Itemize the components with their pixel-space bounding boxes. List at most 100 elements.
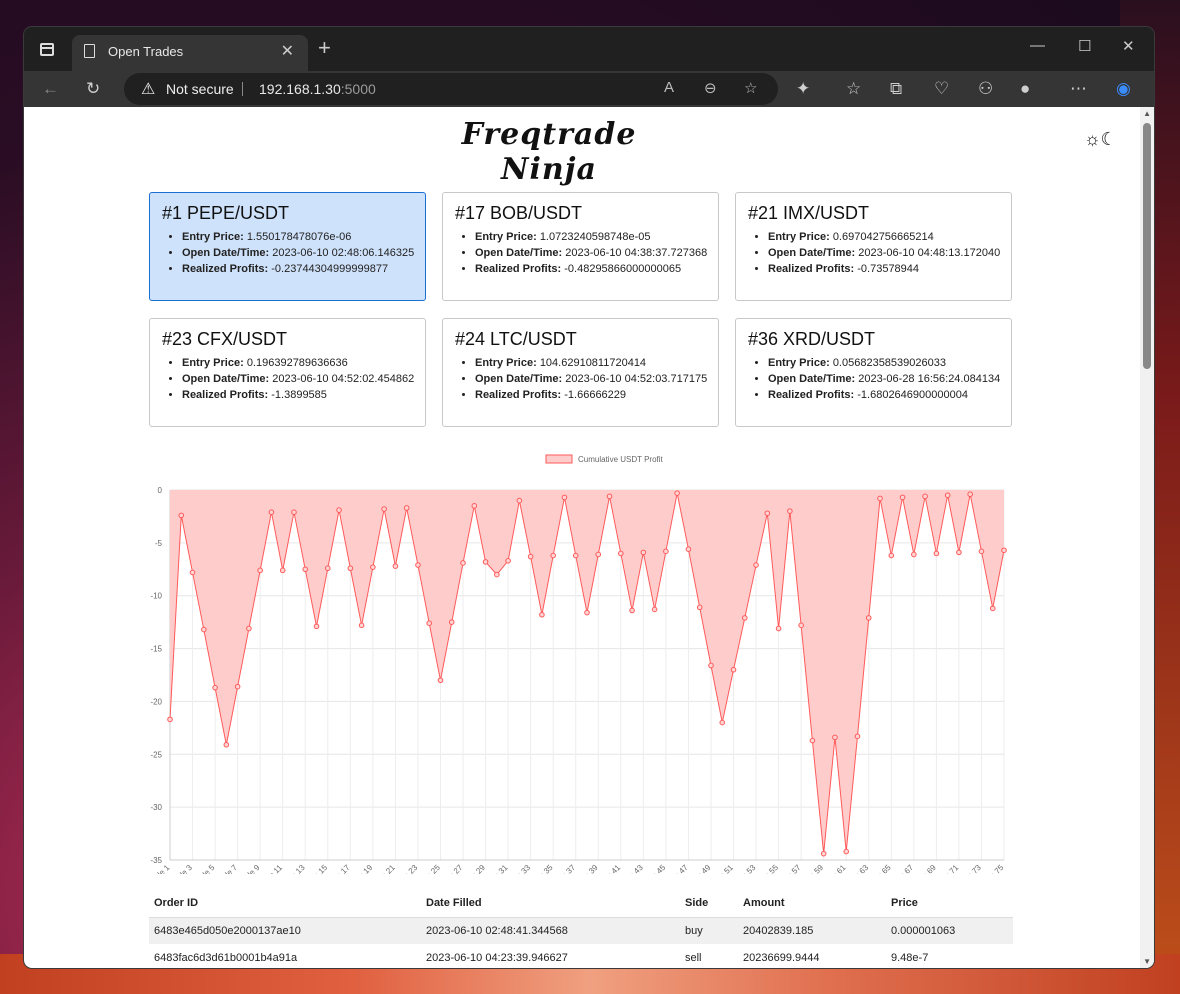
data-point (212, 684, 218, 691)
trade-card[interactable]: #21 IMX/USDT Entry Price: 0.697042756665… (735, 192, 1012, 301)
open-datetime-label: Open Date/Time: (182, 373, 270, 385)
address-bar[interactable]: ⚠ Not secure 192.168.1.30:5000 A ⊖ ☆ (124, 73, 778, 105)
data-point (246, 625, 252, 632)
realized-profits-value: -1.66666229 (564, 389, 627, 401)
data-point (482, 559, 489, 565)
page-viewport: Freqtrade Ninja ☼☾ #1 PEPE/USDT Entry Pr… (24, 107, 1154, 968)
entry-price-value: 1.0723240598748e-05 (539, 231, 651, 243)
read-aloud-icon[interactable]: A (664, 79, 674, 96)
security-label[interactable]: Not secure (166, 81, 234, 97)
new-tab-icon[interactable]: + (318, 35, 331, 61)
open-datetime-value: 2023-06-10 02:48:06.146325 (272, 247, 415, 259)
entry-price-label: Entry Price: (182, 357, 244, 369)
x-tick-label: Trade 7 (213, 863, 239, 874)
trade-card-title: #24 LTC/USDT (455, 329, 577, 349)
brand-logo: Freqtrade Ninja (461, 117, 637, 187)
data-point (584, 609, 590, 616)
data-point (381, 506, 387, 512)
trade-card[interactable]: #17 BOB/USDT Entry Price: 1.072324059874… (442, 192, 719, 301)
trade-details: Entry Price: 1.550178478076e-06 Open Dat… (162, 229, 415, 277)
data-point (279, 567, 286, 574)
workspaces-icon[interactable]: ⚇ (978, 79, 993, 99)
y-tick-label: -30 (150, 803, 162, 812)
browser-toolbar: ← ↻ ⚠ Not secure 192.168.1.30:5000 A ⊖ ☆… (24, 71, 1154, 107)
more-menu-icon[interactable]: ⋯ (1070, 79, 1087, 99)
trade-card[interactable]: #23 CFX/USDT Entry Price: 0.196392789636… (149, 318, 426, 427)
data-point (268, 509, 275, 515)
entry-price-item: Entry Price: 0.05682358539026033 (768, 355, 999, 371)
realized-profits-value: -1.3899585 (271, 389, 327, 401)
data-point (933, 550, 940, 557)
collections-icon[interactable]: ⧉ (890, 79, 902, 99)
address-separator (242, 82, 243, 96)
data-point (685, 546, 692, 552)
data-point (415, 562, 421, 568)
copilot-icon[interactable]: ◉ (1116, 79, 1131, 99)
scroll-thumb[interactable] (1143, 123, 1151, 369)
scrollbar[interactable]: ▲ ▼ (1140, 107, 1154, 968)
theme-toggle-icon[interactable]: ☼☾ (1084, 129, 1117, 150)
trade-card-title: #17 BOB/USDT (455, 203, 583, 223)
column-header: Date Filled (421, 889, 680, 918)
open-datetime-item: Open Date/Time: 2023-06-28 16:56:24.0841… (768, 371, 1001, 387)
data-point (1001, 547, 1007, 554)
data-point (448, 619, 455, 625)
data-point (708, 662, 714, 669)
realized-profits-item: Realized Profits: -1.6802646900000004 (768, 387, 999, 403)
tab-open-trades[interactable]: Open Trades ✕ (72, 35, 308, 71)
data-point (854, 733, 861, 740)
entry-price-item: Entry Price: 0.697042756665214 (768, 229, 999, 245)
data-point (460, 560, 466, 566)
scroll-up-icon[interactable]: ▲ (1143, 109, 1151, 118)
legend-label: Cumulative USDT Profit (578, 455, 664, 464)
column-header: Amount (738, 889, 886, 918)
profile-avatar-icon[interactable]: ● (1020, 79, 1030, 99)
data-point (471, 503, 478, 509)
scroll-down-icon[interactable]: ▼ (1143, 957, 1151, 966)
realized-profits-item: Realized Profits: -0.23744304999999877 (182, 261, 413, 277)
table-cell: 6483e465d050e2000137ae10 (149, 917, 421, 944)
realized-profits-label: Realized Profits: (768, 263, 855, 275)
entry-price-label: Entry Price: (768, 231, 830, 243)
entry-price-value: 0.697042756665214 (832, 231, 934, 243)
url-text[interactable]: 192.168.1.30:5000 (259, 81, 376, 97)
data-point (370, 564, 376, 570)
favorites-icon[interactable]: ☆ (846, 79, 861, 99)
data-point (651, 606, 658, 613)
data-point (539, 611, 545, 618)
close-window-icon[interactable]: ✕ (1122, 37, 1135, 55)
data-point (505, 558, 511, 564)
browser-essentials-icon[interactable]: ♡ (934, 79, 949, 99)
data-point (494, 571, 500, 578)
realized-profits-item: Realized Profits: -0.48295866000000065 (475, 261, 706, 277)
y-tick-label: 0 (158, 486, 163, 495)
data-point (843, 848, 850, 855)
open-datetime-value: 2023-06-28 16:56:24.084134 (858, 373, 1001, 385)
data-point (324, 565, 331, 572)
trade-card[interactable]: #24 LTC/USDT Entry Price: 104.6291081172… (442, 318, 719, 427)
close-tab-icon[interactable]: ✕ (281, 41, 294, 61)
favorite-star-icon[interactable]: ☆ (744, 79, 757, 97)
table-row[interactable]: 6483fac6d3d61b0001b4a91a 2023-06-10 04:23… (149, 944, 1013, 968)
page-icon (84, 44, 95, 58)
extensions-icon[interactable]: ✦ (796, 79, 810, 99)
column-header: Order ID (149, 889, 421, 918)
table-row[interactable]: 6483e465d050e2000137ae10 2023-06-10 02:48… (149, 917, 1013, 944)
entry-price-item: Entry Price: 1.550178478076e-06 (182, 229, 413, 245)
tab-actions-icon[interactable] (40, 43, 54, 56)
data-point (595, 551, 602, 558)
minimize-icon[interactable]: — (1030, 37, 1045, 54)
trade-card-title: #36 XRD/USDT (748, 329, 876, 349)
trade-card[interactable]: #1 PEPE/USDT Entry Price: 1.550178478076… (149, 192, 426, 301)
data-point (291, 509, 297, 515)
entry-price-value: 1.550178478076e-06 (246, 231, 352, 243)
trade-card[interactable]: #36 XRD/USDT Entry Price: 0.056823585390… (735, 318, 1012, 427)
table-cell: sell (685, 951, 702, 964)
zoom-icon[interactable]: ⊖ (704, 79, 717, 97)
back-icon[interactable]: ← (42, 79, 59, 99)
refresh-icon[interactable]: ↻ (86, 79, 100, 99)
maximize-icon[interactable]: ☐ (1078, 37, 1091, 55)
x-tick-label: Trade 5 (191, 863, 217, 874)
trade-card-title: #1 PEPE/USDT (162, 203, 290, 223)
data-point (978, 548, 985, 555)
